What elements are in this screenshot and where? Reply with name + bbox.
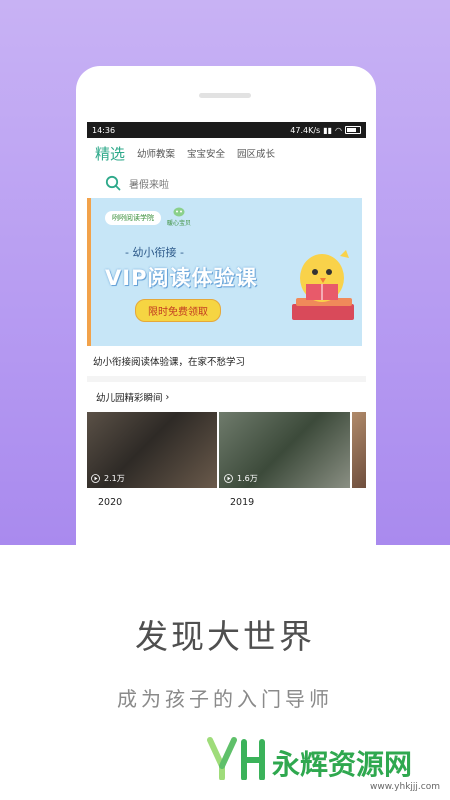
partner-name: 暖心宝贝 — [167, 220, 192, 227]
chevron-right-icon: › — [165, 391, 170, 403]
video-list: 2.1万 1.6万 2020 2019 — [87, 412, 366, 508]
banner-subtitle: - 幼小衔接 - — [125, 246, 184, 259]
partner-logo-icon — [173, 207, 185, 217]
watermark-text: 永辉资源网 — [272, 748, 413, 781]
signal-icon: ▮▮ — [323, 125, 333, 135]
wifi-icon: ◠ — [335, 125, 342, 135]
video-card[interactable]: 1.6万 — [219, 412, 350, 488]
status-bar: 14:36 47.4K/s ▮▮ ◠ — [87, 122, 366, 138]
partner-logo: 暖心宝贝 — [167, 207, 191, 228]
video-views-count: 2.1万 — [104, 474, 125, 483]
video-card-partial[interactable] — [352, 412, 366, 488]
play-icon — [224, 474, 233, 483]
watermark-logo-icon — [207, 737, 265, 780]
battery-icon — [345, 126, 361, 134]
status-time: 14:36 — [92, 125, 116, 135]
tab-featured[interactable]: 精选 — [95, 143, 125, 164]
chick-reading-illustration — [292, 250, 354, 320]
video-year: 2019 — [230, 497, 255, 508]
video-year: 2020 — [98, 497, 123, 508]
tab-baby-safety[interactable]: 宝宝安全 — [187, 146, 225, 160]
search-bar[interactable]: 暑假来啦 — [87, 168, 366, 198]
phone-mockup: 14:36 47.4K/s ▮▮ ◠ 精选 幼师教案 宝宝安全 园区成长 暑假来… — [76, 66, 376, 545]
promo-headline: 发现大世界 — [135, 617, 315, 656]
free-claim-button[interactable]: 限时免费领取 — [135, 299, 221, 322]
search-icon — [105, 175, 121, 191]
video-views: 1.6万 — [224, 473, 258, 484]
tab-teacher-plans[interactable]: 幼师教案 — [137, 146, 175, 160]
promo-tagline: 成为孩子的入门导师 — [117, 687, 333, 711]
video-views-count: 1.6万 — [237, 474, 258, 483]
banner-logos: 咧咧阅读学院 暖心宝贝 — [105, 207, 191, 228]
section-header[interactable]: 幼儿园精彩瞬间 › — [87, 382, 366, 412]
category-tabs: 精选 幼师教案 宝宝安全 园区成长 — [87, 138, 366, 168]
search-placeholder: 暑假来啦 — [129, 179, 169, 191]
tab-campus-growth[interactable]: 园区成长 — [237, 146, 275, 160]
banner-caption: 幼小衔接阅读体验课，在家不愁学习 — [93, 357, 246, 368]
watermark: 永辉资源网 — [206, 736, 412, 780]
phone-speaker — [199, 93, 251, 98]
play-icon — [91, 474, 100, 483]
app-screen: 14:36 47.4K/s ▮▮ ◠ 精选 幼师教案 宝宝安全 园区成长 暑假来… — [87, 122, 366, 545]
promo-banner[interactable]: 咧咧阅读学院 暖心宝贝 - 幼小衔接 - VIP阅读体验课 限时免费领取 — [87, 198, 362, 346]
video-views: 2.1万 — [91, 473, 125, 484]
watermark-url: www.yhkjjj.com — [370, 782, 440, 792]
brand-logo: 咧咧阅读学院 — [105, 210, 161, 225]
video-card[interactable]: 2.1万 — [87, 412, 217, 488]
network-speed: 47.4K/s — [290, 125, 321, 135]
banner-title: VIP阅读体验课 — [105, 266, 258, 290]
section-title: 幼儿园精彩瞬间 — [96, 393, 163, 404]
